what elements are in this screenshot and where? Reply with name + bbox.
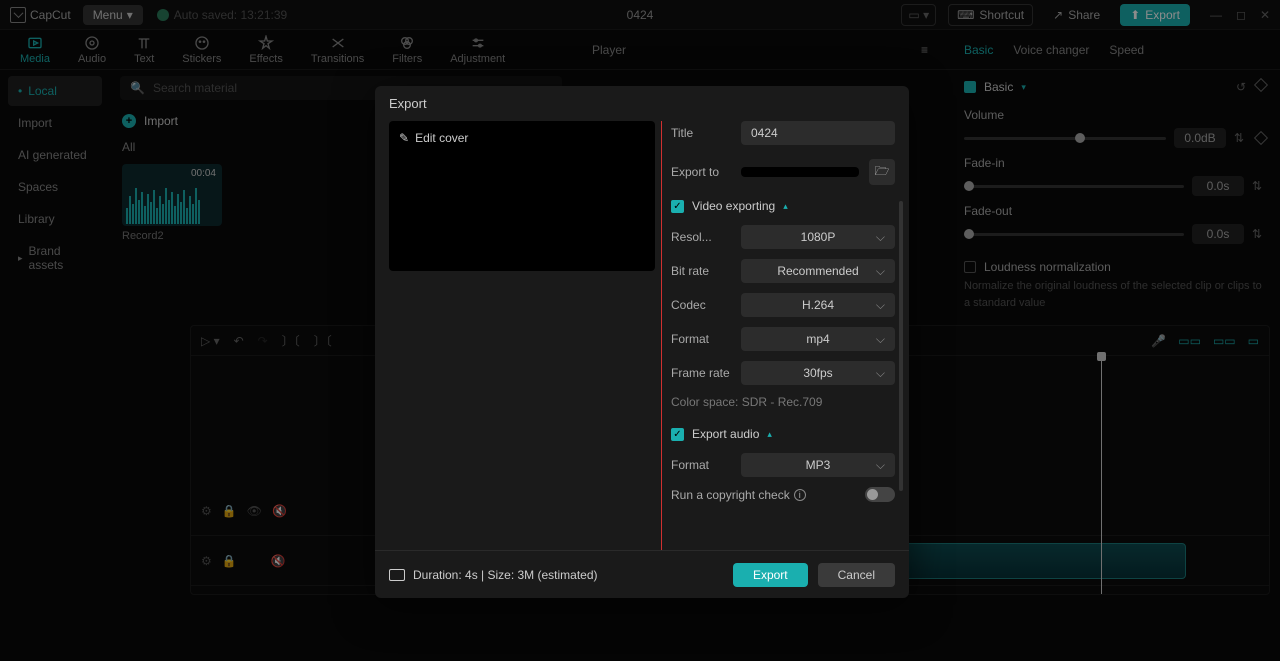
export-modal: Export ✎ Edit cover Title 0424 Export to… (375, 86, 909, 598)
format-select[interactable]: mp4 (741, 327, 895, 351)
modal-title: Export (375, 86, 909, 121)
folder-button[interactable]: 🗁 (869, 159, 895, 185)
export-button[interactable]: Export (733, 563, 808, 587)
edit-cover-label: Edit cover (415, 131, 468, 145)
folder-icon: 🗁 (875, 162, 890, 183)
audio-format-label: Format (671, 458, 741, 472)
format-label: Format (671, 332, 741, 346)
copyright-toggle[interactable] (865, 487, 895, 502)
video-export-checkbox[interactable]: ✓ (671, 200, 684, 213)
cancel-button[interactable]: Cancel (818, 563, 895, 587)
resolution-select[interactable]: 1080P (741, 225, 895, 249)
pencil-icon: ✎ (399, 131, 409, 145)
edit-cover-button[interactable]: ✎ Edit cover (399, 131, 645, 145)
colorspace-info: Color space: SDR - Rec.709 (671, 395, 895, 409)
title-field-label: Title (671, 126, 731, 140)
copyright-label: Run a copyright check (671, 488, 790, 502)
cover-preview[interactable]: ✎ Edit cover (389, 121, 655, 271)
info-icon[interactable]: i (794, 489, 806, 501)
exportto-input[interactable] (741, 167, 859, 177)
exportto-label: Export to (671, 165, 731, 179)
audio-export-checkbox[interactable]: ✓ (671, 428, 684, 441)
codec-select[interactable]: H.264 (741, 293, 895, 317)
framerate-select[interactable]: 30fps (741, 361, 895, 385)
collapse-icon[interactable]: ▴ (767, 429, 772, 440)
audio-format-select[interactable]: MP3 (741, 453, 895, 477)
duration-info: Duration: 4s | Size: 3M (estimated) (413, 568, 598, 582)
export-audio-label: Export audio (692, 427, 759, 441)
scrollbar[interactable] (899, 201, 903, 491)
film-icon (389, 569, 405, 581)
resolution-label: Resol... (671, 230, 741, 244)
bitrate-select[interactable]: Recommended (741, 259, 895, 283)
video-exporting-label: Video exporting (692, 199, 775, 213)
framerate-label: Frame rate (671, 366, 741, 380)
bitrate-label: Bit rate (671, 264, 741, 278)
collapse-icon[interactable]: ▴ (783, 201, 788, 212)
title-input[interactable]: 0424 (741, 121, 895, 145)
codec-label: Codec (671, 298, 741, 312)
